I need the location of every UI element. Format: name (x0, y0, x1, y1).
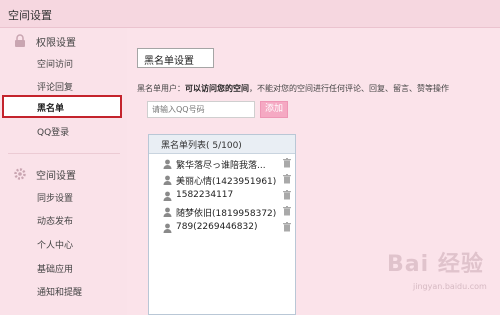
list-item: 美丽心情(1423951961) (163, 173, 291, 187)
description-emphasis: 可以访问您的空间 (185, 84, 249, 93)
sidebar-item-label: 黑名单 (37, 104, 65, 114)
blacklist-list: 黑名单列表( 5/100) 繁华落尽っ谁陪我落... 美丽心情(14239519… (148, 134, 296, 315)
trash-icon[interactable] (283, 158, 291, 168)
sidebar-item-label: 个人中心 (37, 241, 74, 251)
sidebar-section-permissions[interactable]: 权限设置 (0, 30, 127, 52)
sidebar-item-basic-apps[interactable]: 基础应用 (0, 257, 125, 279)
sidebar-item-label: 同步设置 (37, 194, 74, 204)
sidebar-item-label: 动态发布 (37, 217, 74, 227)
sidebar-item-notifications[interactable]: 通知和提醒 (0, 280, 125, 302)
sidebar-section-space-settings[interactable]: 空间设置 (0, 163, 127, 185)
list-item: 随梦依旧(1819958372) (163, 205, 291, 219)
user-icon (163, 223, 172, 233)
user-icon (163, 191, 172, 201)
list-item-name: 随梦依旧(1819958372) (176, 209, 277, 219)
user-icon (163, 159, 172, 169)
section-label-space-settings: 空间设置 (36, 171, 76, 182)
trash-icon[interactable] (283, 206, 291, 216)
description-prefix: 黑名单用户： (137, 84, 185, 93)
list-header: 黑名单列表( 5/100) (149, 135, 295, 154)
list-header-label: 黑名单列表( 5/100) (161, 141, 242, 151)
list-item: 1582234117 (163, 189, 291, 203)
description-suffix: ，不能对您的空间进行任何评论、回复、留言、赞等操作 (249, 84, 449, 93)
list-item: 繁华落尽っ谁陪我落... (163, 157, 291, 171)
lock-icon (15, 34, 25, 47)
sidebar-item-feed-publish[interactable]: 动态发布 (0, 209, 125, 231)
qq-number-input[interactable] (147, 101, 255, 118)
user-icon (163, 175, 172, 185)
add-button[interactable]: 添加 (260, 101, 288, 118)
sidebar-item-blacklist[interactable]: 黑名单 (2, 95, 122, 118)
list-item-name: 美丽心情(1423951961) (176, 177, 277, 187)
sidebar-item-sync-settings[interactable]: 同步设置 (0, 186, 125, 208)
sidebar-item-label: 空间访问 (37, 60, 74, 70)
sidebar-item-label: 评论回复 (37, 83, 74, 93)
watermark-url: jingyan.baidu.com (413, 282, 487, 291)
sidebar-item-comment-reply[interactable]: 评论回复 (0, 75, 125, 97)
sidebar-item-qq-login[interactable]: QQ登录 (0, 120, 125, 142)
section-label-permissions: 权限设置 (36, 38, 76, 49)
list-item-name: 789(2269446832) (176, 222, 258, 232)
trash-icon[interactable] (283, 190, 291, 200)
list-item: 789(2269446832) (163, 221, 291, 235)
sidebar-item-label: QQ登录 (37, 128, 70, 138)
sidebar: 权限设置 空间访问 评论回复 黑名单 QQ登录 空间设置 同步设置 动态发布 个… (0, 28, 127, 315)
sidebar-item-label: 通知和提醒 (37, 288, 83, 298)
trash-icon[interactable] (283, 174, 291, 184)
blacklist-description: 黑名单用户：可以访问您的空间，不能对您的空间进行任何评论、回复、留言、赞等操作 (137, 83, 449, 94)
window-title: 空间设置 (8, 9, 52, 22)
sidebar-item-space-access[interactable]: 空间访问 (0, 52, 125, 74)
trash-icon[interactable] (283, 222, 291, 232)
watermark-brand: Bai 经验 (387, 252, 484, 277)
sidebar-item-personal-center[interactable]: 个人中心 (0, 233, 125, 255)
baidu-jingyan-watermark: Bai 经验 jingyan.baidu.com (375, 238, 500, 315)
top-bar: 空间设置 (0, 0, 500, 28)
user-icon (163, 207, 172, 217)
sidebar-divider (8, 153, 120, 154)
sidebar-item-label: 基础应用 (37, 265, 74, 275)
list-item-name: 1582234117 (176, 190, 234, 200)
panel-title-box: 黑名单设置 (137, 48, 214, 68)
gear-icon (14, 168, 26, 180)
list-item-name: 繁华落尽っ谁陪我落... (176, 161, 266, 171)
panel-title: 黑名单设置 (144, 56, 194, 67)
